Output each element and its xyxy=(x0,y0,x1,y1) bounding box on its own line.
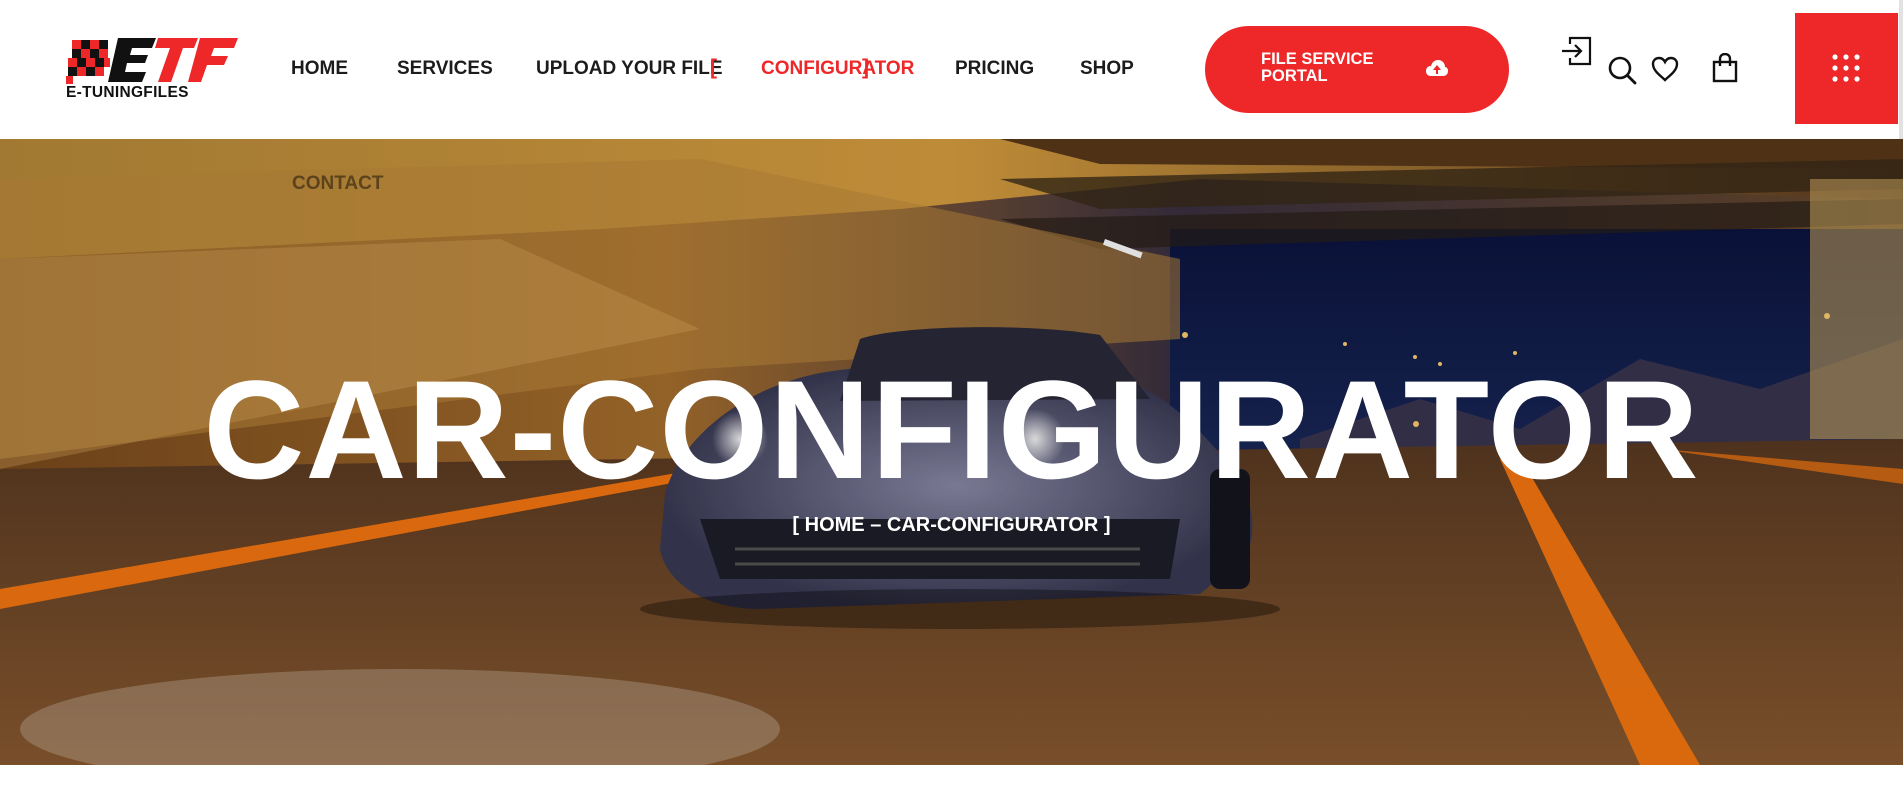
logo-wordmark: E-TUNINGFILES xyxy=(66,84,189,101)
cloud-upload-icon xyxy=(1426,60,1448,76)
site-header: E-TUNINGFILES HOME SERVICES UPLOAD YOUR … xyxy=(0,0,1903,139)
menu-grid-button[interactable] xyxy=(1795,13,1898,124)
breadcrumb-current: CAR-CONFIGURATOR xyxy=(886,514,1099,536)
hero-banner: CONTACT CAR-CONFIGURATOR [ HOME – CAR-CO… xyxy=(0,139,1903,765)
nav-active-bracket-right: ] xyxy=(862,56,869,79)
nav-active-bracket-left: [ xyxy=(710,56,717,79)
nav-configurator[interactable]: CONFIGURATOR xyxy=(761,58,914,80)
nav-home[interactable]: HOME xyxy=(291,58,348,80)
nav-upload-your-file[interactable]: UPLOAD YOUR FILE xyxy=(536,58,723,80)
page-title: CAR-CONFIGURATOR xyxy=(203,351,1700,508)
nav-contact-overflow[interactable]: CONTACT xyxy=(292,173,383,195)
scrollbar-track[interactable] xyxy=(1899,0,1903,139)
heart-icon[interactable] xyxy=(1651,56,1679,82)
breadcrumb-home-link[interactable]: HOME xyxy=(805,514,865,536)
site-logo[interactable]: E-TUNINGFILES xyxy=(66,36,238,104)
breadcrumb-close-bracket: ] xyxy=(1103,514,1111,536)
grid-dots-icon xyxy=(1832,54,1860,82)
login-icon[interactable] xyxy=(1561,36,1593,66)
search-icon[interactable] xyxy=(1607,55,1637,85)
breadcrumb: [ HOME – CAR-CONFIGURATOR ] xyxy=(0,514,1903,537)
etf-logo-mark xyxy=(66,38,238,84)
breadcrumb-separator: – xyxy=(870,514,882,536)
page-content-start xyxy=(0,765,1903,786)
nav-shop[interactable]: SHOP xyxy=(1080,58,1134,80)
nav-pricing[interactable]: PRICING xyxy=(955,58,1034,80)
nav-services[interactable]: SERVICES xyxy=(397,58,493,80)
portal-button-label: FILE SERVICE PORTAL xyxy=(1261,50,1374,85)
file-service-portal-button[interactable]: FILE SERVICE PORTAL xyxy=(1205,26,1509,113)
shopping-bag-icon[interactable] xyxy=(1712,53,1738,83)
breadcrumb-open-bracket: [ xyxy=(792,514,800,536)
